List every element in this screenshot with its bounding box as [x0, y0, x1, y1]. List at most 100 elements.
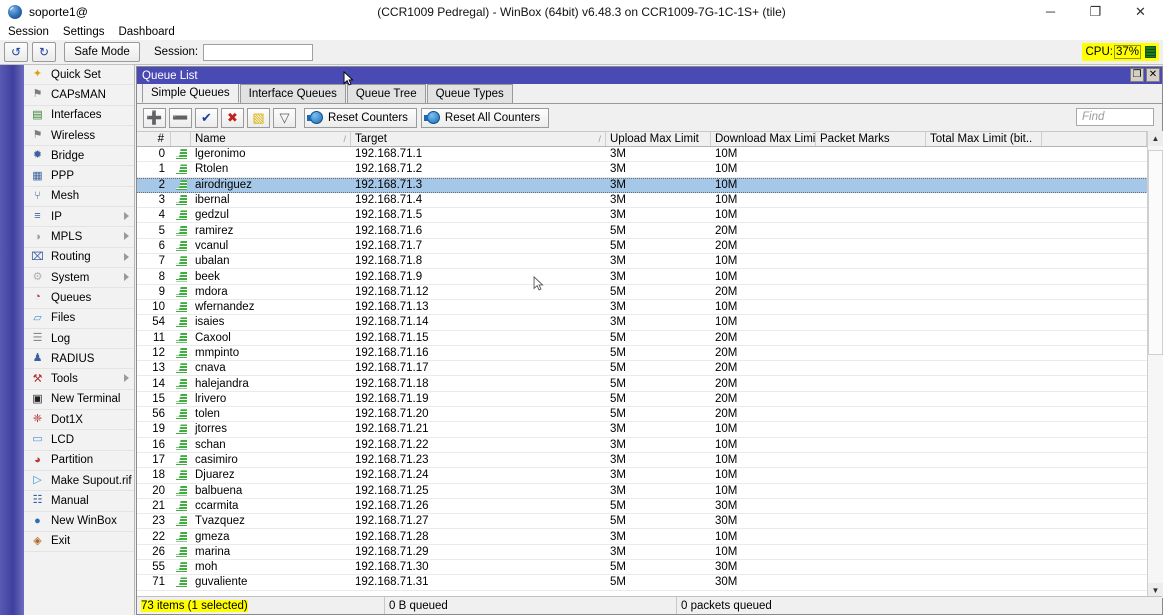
- comment-button[interactable]: ▧: [247, 108, 270, 128]
- queue-list-titlebar[interactable]: Queue List ❐ ✕: [137, 67, 1162, 84]
- sidebar-item-ip[interactable]: ≡IP: [24, 207, 134, 227]
- table-row[interactable]: 7ubalan192.168.71.83M10M: [137, 254, 1162, 269]
- scroll-thumb[interactable]: [1148, 150, 1163, 355]
- sidebar-item-new-winbox[interactable]: ●New WinBox: [24, 512, 134, 532]
- column-header-packet-marks[interactable]: Packet Marks: [816, 132, 926, 146]
- sidebar-item-queues[interactable]: ◔Queues: [24, 288, 134, 308]
- session-input[interactable]: [203, 44, 313, 61]
- sidebar-item-capsman[interactable]: ⚑CAPsMAN: [24, 85, 134, 105]
- disable-queue-button[interactable]: ✖: [221, 108, 244, 128]
- sidebar-item-tools[interactable]: ⚒Tools: [24, 369, 134, 389]
- sidebar-item-files[interactable]: ▱Files: [24, 309, 134, 329]
- find-input[interactable]: Find: [1076, 108, 1154, 126]
- reset-counters-button[interactable]: Reset Counters: [304, 108, 417, 128]
- cell-id: 7: [137, 255, 171, 267]
- table-row[interactable]: 12mmpinto192.168.71.165M20M: [137, 346, 1162, 361]
- table-row[interactable]: 3ibernal192.168.71.43M10M: [137, 193, 1162, 208]
- table-row[interactable]: 6vcanul192.168.71.75M20M: [137, 239, 1162, 254]
- column-header-download-max-limit[interactable]: Download Max Limit: [711, 132, 816, 146]
- table-row[interactable]: 14halejandra192.168.71.185M20M: [137, 376, 1162, 391]
- table-row[interactable]: 10wfernandez192.168.71.133M10M: [137, 300, 1162, 315]
- table-row[interactable]: 5ramirez192.168.71.65M20M: [137, 223, 1162, 238]
- scroll-track[interactable]: [1148, 146, 1163, 583]
- queue-table-body[interactable]: 0lgeronimo192.168.71.13M10M1Rtolen192.16…: [137, 147, 1162, 598]
- column-header-blank-1[interactable]: [171, 132, 191, 146]
- table-row[interactable]: 26marina192.168.71.293M10M: [137, 545, 1162, 560]
- enable-queue-button[interactable]: ✔: [195, 108, 218, 128]
- sidebar-item-new-terminal[interactable]: ▣New Terminal: [24, 390, 134, 410]
- sidebar-item-system[interactable]: ⚙System: [24, 268, 134, 288]
- column-header-[interactable]: #: [137, 132, 171, 146]
- queue-close-button[interactable]: ✕: [1146, 68, 1160, 82]
- minimize-button[interactable]: ─: [1028, 0, 1073, 23]
- tab-interface-queues[interactable]: Interface Queues: [240, 84, 346, 103]
- sidebar-item-wireless[interactable]: ⚑Wireless: [24, 126, 134, 146]
- safe-mode-button[interactable]: Safe Mode: [64, 42, 140, 62]
- sidebar-item-log[interactable]: ☰Log: [24, 329, 134, 349]
- queue-restore-button[interactable]: ❐: [1130, 68, 1144, 82]
- table-row[interactable]: 0lgeronimo192.168.71.13M10M: [137, 147, 1162, 162]
- table-row[interactable]: 17casimiro192.168.71.233M10M: [137, 453, 1162, 468]
- menu-session[interactable]: Session: [8, 26, 49, 38]
- sidebar-item-interfaces[interactable]: ▤Interfaces: [24, 106, 134, 126]
- sidebar-item-dot1x[interactable]: ❈Dot1X: [24, 410, 134, 430]
- sidebar-item-mpls[interactable]: ◑MPLS: [24, 227, 134, 247]
- reset-all-counters-button[interactable]: Reset All Counters: [421, 108, 549, 128]
- column-header-blank-8[interactable]: [1042, 132, 1147, 146]
- table-row[interactable]: 20balbuena192.168.71.253M10M: [137, 484, 1162, 499]
- tab-simple-queues[interactable]: Simple Queues: [142, 83, 239, 103]
- sidebar-item-lcd[interactable]: ▭LCD: [24, 430, 134, 450]
- column-header-total-max-limit-bit[interactable]: Total Max Limit (bit..: [926, 132, 1042, 146]
- table-row[interactable]: 11Caxool192.168.71.155M20M: [137, 331, 1162, 346]
- table-row[interactable]: 55moh192.168.71.305M30M: [137, 560, 1162, 575]
- remove-queue-button[interactable]: ➖: [169, 108, 192, 128]
- maximize-restore-button[interactable]: ❐: [1073, 0, 1118, 23]
- table-row[interactable]: 2airodriguez192.168.71.33M10M: [137, 178, 1162, 193]
- table-row[interactable]: 4gedzul192.168.71.53M10M: [137, 208, 1162, 223]
- queue-bars-icon: [176, 486, 187, 496]
- sidebar-item-bridge[interactable]: ✹Bridge: [24, 146, 134, 166]
- sidebar-item-ppp[interactable]: ▦PPP: [24, 166, 134, 186]
- table-row[interactable]: 23Tvazquez192.168.71.275M30M: [137, 514, 1162, 529]
- table-row[interactable]: 16schan192.168.71.223M10M: [137, 438, 1162, 453]
- cell-upload: 5M: [606, 240, 711, 252]
- table-row[interactable]: 13cnava192.168.71.175M20M: [137, 361, 1162, 376]
- sidebar-item-mesh[interactable]: ⑂Mesh: [24, 187, 134, 207]
- table-row[interactable]: 54isaies192.168.71.143M10M: [137, 315, 1162, 330]
- table-row[interactable]: 1Rtolen192.168.71.23M10M: [137, 162, 1162, 177]
- table-row[interactable]: 19jtorres192.168.71.213M10M: [137, 422, 1162, 437]
- column-header-target[interactable]: Target/: [351, 132, 606, 146]
- table-row[interactable]: 71guvaliente192.168.71.315M30M: [137, 575, 1162, 590]
- queues-icon: ◔: [30, 291, 45, 305]
- menu-settings[interactable]: Settings: [63, 26, 105, 38]
- cell-download: 30M: [711, 576, 816, 588]
- sidebar-item-make-supout-rif[interactable]: ▷Make Supout.rif: [24, 471, 134, 491]
- table-row[interactable]: 8beek192.168.71.93M10M: [137, 269, 1162, 284]
- cell-target: 192.168.71.3: [351, 179, 606, 191]
- menu-dashboard[interactable]: Dashboard: [118, 26, 174, 38]
- table-row[interactable]: 21ccarmita192.168.71.265M30M: [137, 499, 1162, 514]
- sidebar-item-manual[interactable]: ☷Manual: [24, 491, 134, 511]
- close-button[interactable]: ✕: [1118, 0, 1163, 23]
- table-row[interactable]: 56tolen192.168.71.205M20M: [137, 407, 1162, 422]
- sidebar-item-exit[interactable]: ◈Exit: [24, 532, 134, 552]
- sort-indicator-icon: /: [343, 134, 346, 144]
- column-header-upload-max-limit[interactable]: Upload Max Limit: [606, 132, 711, 146]
- table-row[interactable]: 9mdora192.168.71.125M20M: [137, 285, 1162, 300]
- scroll-up-arrow[interactable]: ▲: [1148, 131, 1163, 146]
- add-queue-button[interactable]: ➕: [143, 108, 166, 128]
- tab-queue-tree[interactable]: Queue Tree: [347, 84, 426, 103]
- table-row[interactable]: 18Djuarez192.168.71.243M10M: [137, 468, 1162, 483]
- table-row[interactable]: 22gmeza192.168.71.283M10M: [137, 529, 1162, 544]
- sidebar-item-routing[interactable]: ⌧Routing: [24, 248, 134, 268]
- sidebar-item-quick-set[interactable]: ✦Quick Set: [24, 65, 134, 85]
- undo-icon[interactable]: ↺: [4, 42, 28, 62]
- table-vertical-scrollbar[interactable]: ▲ ▼: [1147, 131, 1162, 598]
- tab-queue-types[interactable]: Queue Types: [427, 84, 513, 103]
- column-header-name[interactable]: Name/: [191, 132, 351, 146]
- redo-icon[interactable]: ↻: [32, 42, 56, 62]
- table-row[interactable]: 15lrivero192.168.71.195M20M: [137, 392, 1162, 407]
- sidebar-item-radius[interactable]: ♟RADIUS: [24, 349, 134, 369]
- filter-button[interactable]: ▽: [273, 108, 296, 128]
- sidebar-item-partition[interactable]: ◕Partition: [24, 451, 134, 471]
